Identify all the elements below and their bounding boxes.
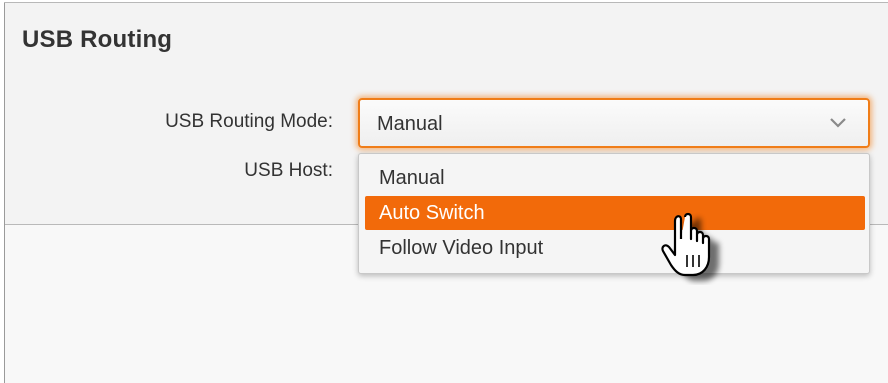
usb-routing-mode-select[interactable]: Manual xyxy=(358,98,870,148)
usb-routing-mode-dropdown: Manual Auto Switch Follow Video Input xyxy=(358,153,870,274)
option-auto-switch[interactable]: Auto Switch xyxy=(365,196,865,230)
usb-routing-panel: USB Routing USB Routing Mode: USB Host: … xyxy=(0,0,888,383)
hand-cursor-icon xyxy=(661,212,719,281)
option-follow-video-input[interactable]: Follow Video Input xyxy=(365,231,865,265)
chevron-down-icon xyxy=(830,118,846,128)
option-manual[interactable]: Manual xyxy=(365,161,865,195)
panel-border-top xyxy=(4,2,888,3)
select-value: Manual xyxy=(377,113,443,135)
panel-border xyxy=(4,2,5,383)
usb-routing-mode-label: USB Routing Mode: xyxy=(165,111,333,132)
panel-title: USB Routing xyxy=(22,26,173,53)
usb-host-label: USB Host: xyxy=(244,160,333,181)
